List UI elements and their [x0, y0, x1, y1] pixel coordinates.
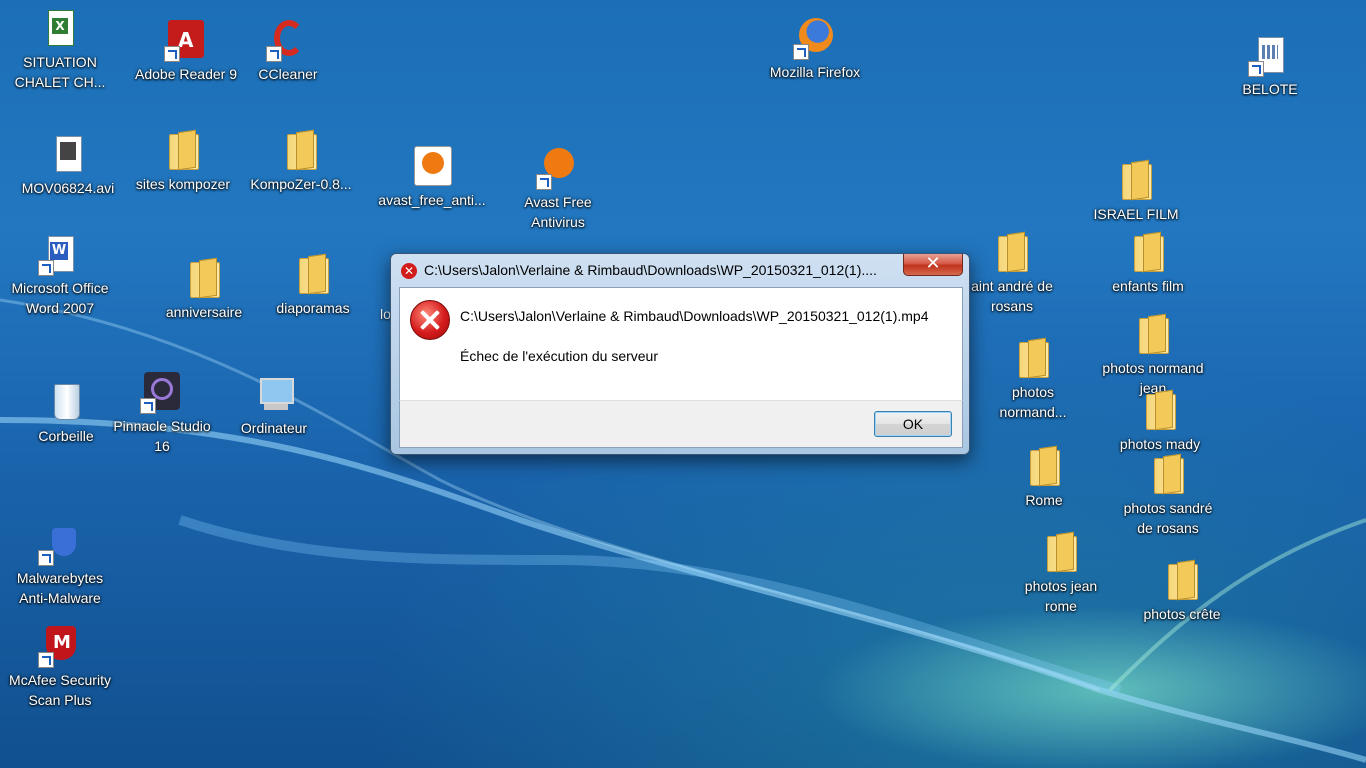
- error-icon: [410, 300, 450, 340]
- icon-label: Pinnacle Studio 16: [113, 418, 211, 454]
- desktop-icon-anniversaire[interactable]: anniversaire: [144, 256, 264, 322]
- icon-label: photos jean rome: [1024, 578, 1098, 614]
- icon-label: aint andré de rosans: [971, 278, 1053, 314]
- icon-label: McAfee Security Scan Plus: [9, 672, 111, 708]
- close-button[interactable]: ✕: [903, 254, 963, 276]
- icon-label: SITUATION CHALET CH...: [14, 54, 106, 90]
- desktop-icon-mov06824[interactable]: MOV06824.avi: [8, 132, 128, 198]
- desktop-icon-sites-kompozer[interactable]: sites kompozer: [123, 128, 243, 194]
- icon-label: photos sandré de rosans: [1123, 500, 1213, 536]
- mcafee-icon: M: [38, 624, 82, 668]
- icon-label: Rome: [1025, 492, 1063, 508]
- desktop-icon-word[interactable]: W Microsoft Office Word 2007: [0, 232, 120, 318]
- desktop-icon-photos-jean-rome[interactable]: photos jean rome: [1001, 530, 1121, 616]
- desktop-icon-situation-chalet[interactable]: X SITUATION CHALET CH...: [0, 6, 120, 92]
- firefox-icon: [793, 16, 837, 60]
- icon-label: photos normand...: [999, 384, 1067, 420]
- icon-label: BELOTE: [1242, 81, 1298, 97]
- icon-label: diaporamas: [276, 300, 350, 316]
- icon-label: CCleaner: [258, 66, 318, 82]
- desktop-icon-israel-film[interactable]: ISRAEL FILM: [1076, 158, 1196, 224]
- desktop-icon-photos-mady[interactable]: photos mady: [1100, 388, 1220, 454]
- error-small-icon: ✕: [401, 263, 417, 279]
- avast-installer-icon: [410, 144, 454, 188]
- icon-label: photos crête: [1143, 606, 1221, 622]
- icon-label: Ordinateur: [240, 420, 308, 436]
- icon-label: avast_free_anti...: [378, 192, 486, 208]
- icon-label: Mozilla Firefox: [769, 64, 861, 80]
- icon-label: photos mady: [1119, 436, 1201, 452]
- icon-label: Microsoft Office Word 2007: [11, 280, 109, 316]
- error-message: Échec de l'exécution du serveur: [460, 348, 659, 364]
- computer-icon: [252, 372, 296, 416]
- dialog-titlebar[interactable]: ✕ C:\Users\Jalon\Verlaine & Rimbaud\Down…: [391, 254, 969, 286]
- desktop-icon-saint-andre[interactable]: aint andré de rosans: [952, 230, 1072, 316]
- desktop-icon-belote[interactable]: BELOTE: [1210, 33, 1330, 99]
- folder-icon: [1114, 158, 1158, 202]
- folder-icon: [1022, 444, 1066, 488]
- icon-label: Avast Free Antivirus: [524, 194, 592, 230]
- icon-label: KompoZer-0.8...: [250, 176, 352, 192]
- ok-button[interactable]: OK: [874, 411, 952, 437]
- folder-icon: [1126, 230, 1170, 274]
- ccleaner-icon: [266, 18, 310, 62]
- folder-icon: [1011, 336, 1055, 380]
- recycle-bin-icon: [44, 380, 88, 424]
- dialog-body: C:\Users\Jalon\Verlaine & Rimbaud\Downlo…: [399, 287, 963, 401]
- avi-file-icon: [46, 132, 90, 176]
- desktop-icon-photos-normand-jean[interactable]: photos normand jean: [1093, 312, 1213, 398]
- desktop-icon-avast[interactable]: Avast Free Antivirus: [498, 146, 618, 232]
- desktop-icon-enfants-film[interactable]: enfants film: [1088, 230, 1208, 296]
- desktop-icon-kompozer[interactable]: KompoZer-0.8...: [241, 128, 361, 194]
- avast-icon: [536, 146, 580, 190]
- folder-icon: [1160, 558, 1204, 602]
- folder-icon: [182, 256, 226, 300]
- desktop-icon-ccleaner[interactable]: CCleaner: [228, 18, 348, 84]
- document-icon: [1248, 33, 1292, 77]
- icon-label: enfants film: [1112, 278, 1184, 294]
- adobe-reader-icon: A: [164, 18, 208, 62]
- icon-label: MOV06824.avi: [21, 180, 115, 196]
- desktop-icon-firefox[interactable]: Mozilla Firefox: [755, 16, 875, 82]
- folder-icon: [1138, 388, 1182, 432]
- desktop-icon-ordinateur[interactable]: Ordinateur: [214, 372, 334, 438]
- excel-icon: X: [38, 6, 82, 50]
- desktop-icon-photos-sandre[interactable]: photos sandré de rosans: [1108, 452, 1228, 538]
- dialog-title: C:\Users\Jalon\Verlaine & Rimbaud\Downlo…: [424, 262, 877, 278]
- folder-icon: [1039, 530, 1083, 574]
- desktop-icon-mcafee[interactable]: M McAfee Security Scan Plus: [0, 624, 120, 710]
- folder-icon: [1146, 452, 1190, 496]
- pinnacle-icon: [140, 370, 184, 414]
- icon-label: Malwarebytes Anti-Malware: [16, 570, 104, 606]
- malwarebytes-icon: [38, 522, 82, 566]
- desktop-icon-photos-normand[interactable]: photos normand...: [973, 336, 1093, 422]
- error-file-path: C:\Users\Jalon\Verlaine & Rimbaud\Downlo…: [460, 308, 929, 324]
- desktop-icon-diaporamas[interactable]: diaporamas: [253, 252, 373, 318]
- desktop-icon-rome[interactable]: Rome: [984, 444, 1104, 510]
- folder-icon: [279, 128, 323, 172]
- icon-label: ISRAEL FILM: [1093, 206, 1179, 222]
- icon-label: sites kompozer: [135, 176, 231, 192]
- folder-icon: [990, 230, 1034, 274]
- desktop-icon-pinnacle[interactable]: Pinnacle Studio 16: [102, 370, 222, 456]
- word-icon: W: [38, 232, 82, 276]
- folder-icon: [291, 252, 335, 296]
- desktop-icon-photos-crete[interactable]: photos crête: [1122, 558, 1242, 624]
- folder-icon: [1131, 312, 1175, 356]
- desktop-icon-malwarebytes[interactable]: Malwarebytes Anti-Malware: [0, 522, 120, 608]
- folder-icon: [161, 128, 205, 172]
- icon-label: anniversaire: [165, 304, 243, 320]
- dialog-footer: OK: [399, 400, 963, 448]
- desktop-icon-avast-installer[interactable]: avast_free_anti...: [372, 144, 492, 210]
- error-dialog: ✕ C:\Users\Jalon\Verlaine & Rimbaud\Down…: [390, 253, 970, 455]
